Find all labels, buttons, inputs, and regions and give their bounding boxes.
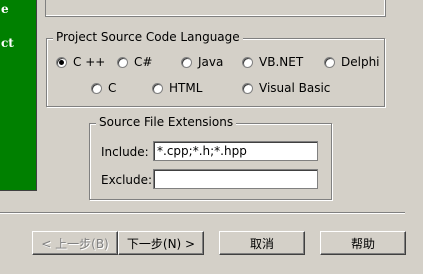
- extensions-group: Source File Extensions Include: *.cpp;*.…: [89, 115, 332, 200]
- include-input[interactable]: *.cpp;*.h;*.hpp: [153, 141, 318, 161]
- radio-cpp[interactable]: C ++: [56, 55, 105, 69]
- radio-vbnet-label: VB.NET: [259, 55, 304, 69]
- radio-csharp-label: C#: [134, 55, 153, 69]
- radio-c[interactable]: C: [91, 81, 116, 95]
- radio-java[interactable]: Java: [181, 55, 223, 69]
- exclude-input[interactable]: [153, 169, 318, 189]
- language-group: Project Source Code Language C ++ C# Jav…: [46, 30, 385, 107]
- radio-cpp-dot[interactable]: [56, 56, 67, 68]
- radio-csharp[interactable]: C#: [117, 55, 152, 69]
- exclude-label: Exclude:: [101, 173, 153, 187]
- back-button[interactable]: < 上一步(B): [32, 231, 118, 255]
- side-image-text-2: ct: [1, 36, 14, 50]
- include-label: Include:: [101, 145, 149, 159]
- radio-delphi-dot[interactable]: [324, 56, 335, 68]
- radio-html[interactable]: HTML: [152, 81, 202, 95]
- radio-c-label: C: [108, 81, 117, 95]
- radio-java-label: Java: [198, 55, 224, 69]
- wizard-side-image: e ct: [0, 0, 37, 191]
- footer-separator: [0, 212, 405, 214]
- side-image-text-1: e: [1, 2, 9, 16]
- radio-c-dot[interactable]: [91, 82, 102, 94]
- radio-vbnet[interactable]: VB.NET: [242, 55, 303, 69]
- previous-field-box: [45, 0, 386, 17]
- radio-delphi[interactable]: Delphi: [324, 55, 380, 69]
- radio-delphi-label: Delphi: [341, 55, 380, 69]
- help-button[interactable]: 帮助: [320, 231, 406, 255]
- radio-visual-basic-dot[interactable]: [242, 82, 253, 94]
- next-button[interactable]: 下一步(N) >: [118, 231, 204, 255]
- radio-vbnet-dot[interactable]: [242, 56, 253, 68]
- radio-java-dot[interactable]: [181, 56, 192, 68]
- extensions-group-title: Source File Extensions: [96, 115, 237, 129]
- radio-visual-basic-label: Visual Basic: [259, 81, 331, 95]
- radio-cpp-label: C ++: [73, 55, 106, 69]
- cancel-button[interactable]: 取消: [219, 231, 305, 255]
- language-group-title: Project Source Code Language: [53, 30, 243, 44]
- radio-html-label: HTML: [169, 81, 203, 95]
- radio-html-dot[interactable]: [152, 82, 163, 94]
- radio-visual-basic[interactable]: Visual Basic: [242, 81, 330, 95]
- radio-csharp-dot[interactable]: [117, 56, 128, 68]
